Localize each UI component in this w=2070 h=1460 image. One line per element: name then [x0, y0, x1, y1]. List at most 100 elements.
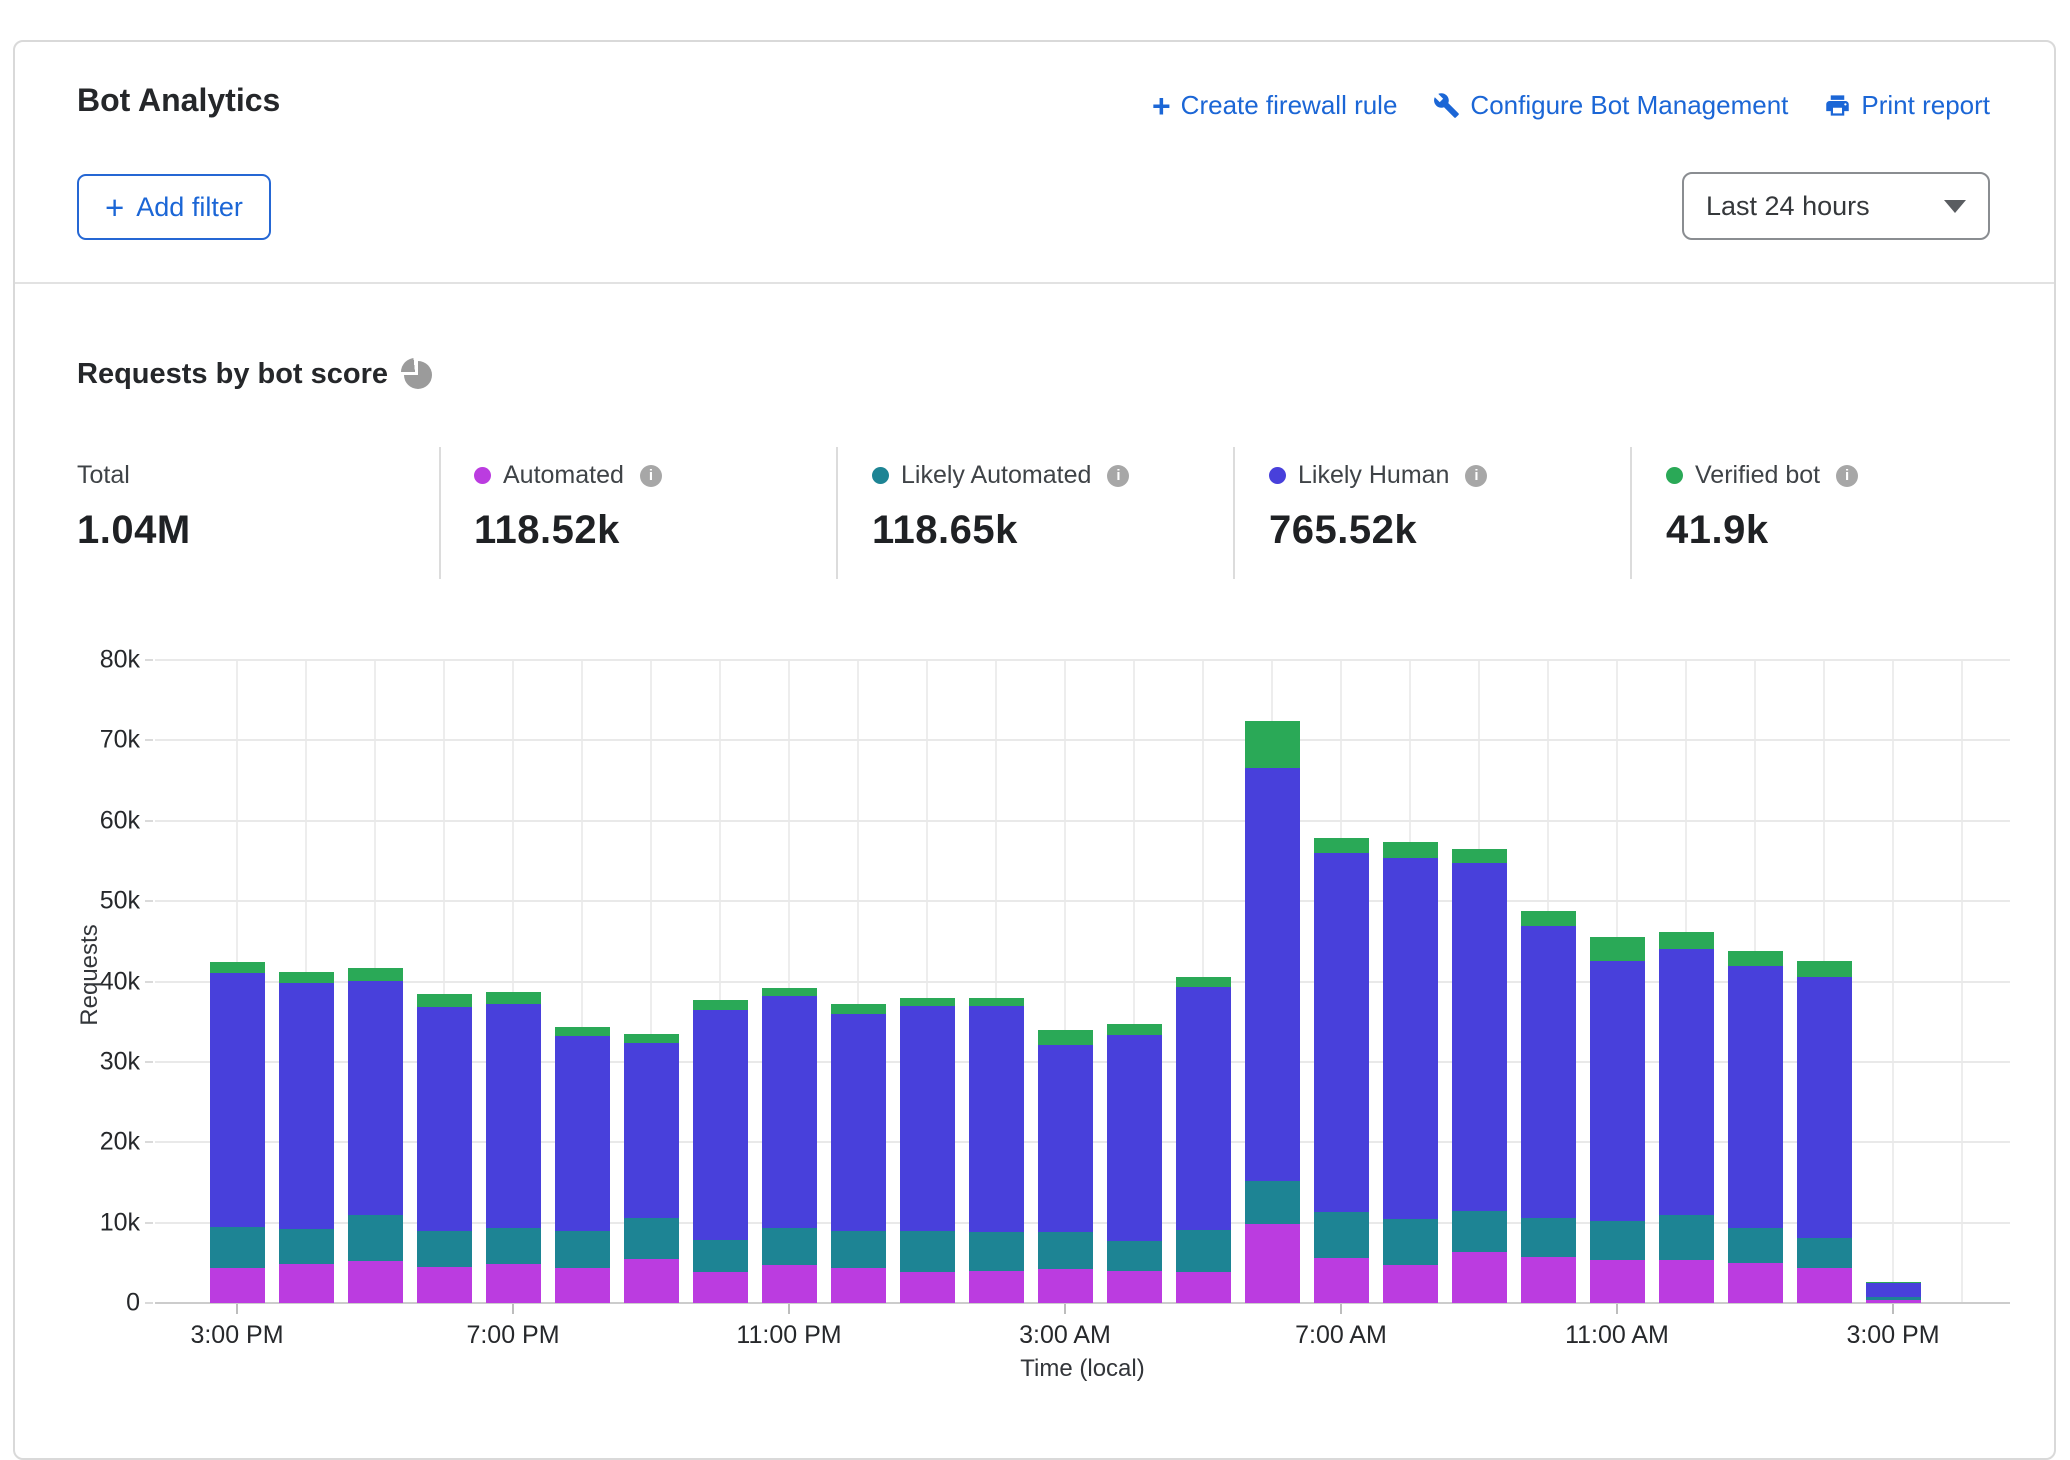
bar-segment-likely-human[interactable] [1245, 768, 1300, 1181]
bar-segment-likely-automated[interactable] [762, 1228, 817, 1265]
bar-segment-likely-automated[interactable] [1659, 1215, 1714, 1261]
bar-segment-likely-human[interactable] [693, 1010, 748, 1241]
bar-segment-likely-human[interactable] [486, 1004, 541, 1228]
bar-segment-likely-human[interactable] [762, 996, 817, 1228]
bar-segment-automated[interactable] [624, 1259, 679, 1303]
bar-segment-likely-human[interactable] [1590, 961, 1645, 1221]
bar-segment-likely-automated[interactable] [1452, 1211, 1507, 1253]
bar-segment-automated[interactable] [348, 1261, 403, 1303]
bar-segment-verified-bot[interactable] [1728, 951, 1783, 966]
bar-segment-likely-automated[interactable] [1314, 1212, 1369, 1258]
bar-segment-verified-bot[interactable] [1107, 1024, 1162, 1034]
bar-segment-verified-bot[interactable] [1038, 1030, 1093, 1045]
bar-segment-likely-automated[interactable] [831, 1231, 886, 1268]
bar-segment-likely-automated[interactable] [624, 1218, 679, 1259]
bar-segment-verified-bot[interactable] [969, 998, 1024, 1007]
bar-segment-likely-automated[interactable] [1866, 1297, 1921, 1299]
bar-segment-automated[interactable] [693, 1272, 748, 1303]
bar-segment-likely-automated[interactable] [969, 1232, 1024, 1271]
bar-segment-likely-human[interactable] [417, 1007, 472, 1231]
bar-segment-automated[interactable] [555, 1268, 610, 1303]
bar-segment-verified-bot[interactable] [279, 972, 334, 983]
bar-segment-likely-automated[interactable] [1590, 1221, 1645, 1260]
bar-segment-verified-bot[interactable] [624, 1034, 679, 1043]
bar-segment-likely-automated[interactable] [486, 1228, 541, 1264]
bar-segment-automated[interactable] [1383, 1265, 1438, 1303]
bar-segment-automated[interactable] [486, 1264, 541, 1303]
bar-segment-likely-human[interactable] [1521, 926, 1576, 1218]
bar-segment-verified-bot[interactable] [1176, 977, 1231, 987]
bar-segment-likely-automated[interactable] [1107, 1241, 1162, 1271]
bar-segment-automated[interactable] [1728, 1263, 1783, 1303]
bar-segment-automated[interactable] [1659, 1260, 1714, 1303]
bar-segment-verified-bot[interactable] [1314, 838, 1369, 852]
bar-segment-automated[interactable] [1590, 1260, 1645, 1303]
bar-segment-automated[interactable] [1245, 1224, 1300, 1303]
bar-segment-likely-human[interactable] [348, 981, 403, 1215]
bar-segment-likely-human[interactable] [1314, 853, 1369, 1212]
bar-segment-likely-human[interactable] [969, 1006, 1024, 1232]
add-filter-button[interactable]: + Add filter [77, 174, 271, 240]
bar-segment-likely-human[interactable] [831, 1014, 886, 1231]
bar-segment-likely-human[interactable] [1728, 966, 1783, 1228]
bar-segment-automated[interactable] [1452, 1252, 1507, 1303]
bar-segment-automated[interactable] [1176, 1272, 1231, 1303]
bar-segment-verified-bot[interactable] [1245, 721, 1300, 768]
bar-segment-likely-human[interactable] [1383, 858, 1438, 1220]
bar-segment-likely-automated[interactable] [210, 1227, 265, 1268]
info-icon[interactable]: i [640, 465, 662, 487]
configure-bot-management-link[interactable]: Configure Bot Management [1433, 90, 1788, 121]
bar-segment-verified-bot[interactable] [417, 994, 472, 1007]
bar-segment-automated[interactable] [1521, 1257, 1576, 1303]
bar-segment-automated[interactable] [1797, 1268, 1852, 1303]
bar-segment-automated[interactable] [1107, 1271, 1162, 1303]
bar-segment-verified-bot[interactable] [762, 988, 817, 996]
bar-segment-verified-bot[interactable] [1866, 1282, 1921, 1283]
bar-segment-verified-bot[interactable] [1452, 849, 1507, 863]
bar-segment-likely-automated[interactable] [417, 1231, 472, 1266]
bar-segment-likely-automated[interactable] [348, 1215, 403, 1262]
bar-segment-verified-bot[interactable] [831, 1004, 886, 1014]
bar-segment-likely-human[interactable] [1038, 1045, 1093, 1232]
bar-segment-likely-automated[interactable] [1797, 1238, 1852, 1268]
bar-segment-likely-human[interactable] [1107, 1035, 1162, 1242]
bar-segment-likely-human[interactable] [1866, 1283, 1921, 1297]
bar-segment-likely-automated[interactable] [1176, 1230, 1231, 1273]
bar-segment-verified-bot[interactable] [210, 962, 265, 972]
bar-segment-likely-human[interactable] [1797, 977, 1852, 1238]
bar-segment-likely-automated[interactable] [1038, 1232, 1093, 1269]
info-icon[interactable]: i [1836, 465, 1858, 487]
bar-segment-verified-bot[interactable] [900, 998, 955, 1006]
bar-segment-likely-automated[interactable] [1245, 1181, 1300, 1224]
bar-segment-likely-human[interactable] [1176, 987, 1231, 1230]
print-report-link[interactable]: Print report [1824, 90, 1990, 121]
bar-segment-likely-automated[interactable] [1521, 1218, 1576, 1257]
bar-segment-likely-human[interactable] [555, 1036, 610, 1231]
bar-segment-likely-automated[interactable] [279, 1229, 334, 1264]
bar-segment-verified-bot[interactable] [1383, 842, 1438, 858]
bar-segment-likely-automated[interactable] [555, 1231, 610, 1268]
bar-segment-likely-human[interactable] [1452, 863, 1507, 1210]
bar-segment-automated[interactable] [1866, 1300, 1921, 1303]
bar-segment-verified-bot[interactable] [555, 1027, 610, 1036]
bar-segment-automated[interactable] [762, 1265, 817, 1303]
bar-segment-verified-bot[interactable] [1659, 932, 1714, 949]
bar-segment-automated[interactable] [831, 1268, 886, 1303]
bar-segment-automated[interactable] [900, 1272, 955, 1303]
create-firewall-rule-link[interactable]: + Create firewall rule [1152, 90, 1397, 121]
bar-segment-likely-automated[interactable] [1728, 1228, 1783, 1263]
bar-segment-likely-human[interactable] [900, 1006, 955, 1230]
bar-segment-automated[interactable] [417, 1267, 472, 1303]
bar-segment-likely-automated[interactable] [1383, 1219, 1438, 1265]
bar-segment-automated[interactable] [1314, 1258, 1369, 1303]
bar-segment-likely-automated[interactable] [693, 1240, 748, 1271]
info-icon[interactable]: i [1107, 465, 1129, 487]
bar-segment-automated[interactable] [279, 1264, 334, 1303]
bar-segment-verified-bot[interactable] [1797, 961, 1852, 977]
bar-segment-verified-bot[interactable] [1590, 937, 1645, 960]
bar-segment-verified-bot[interactable] [1521, 911, 1576, 926]
bar-segment-likely-automated[interactable] [900, 1231, 955, 1272]
time-range-select[interactable]: Last 24 hours [1682, 172, 1990, 240]
bar-segment-verified-bot[interactable] [348, 968, 403, 981]
bar-segment-automated[interactable] [210, 1268, 265, 1303]
